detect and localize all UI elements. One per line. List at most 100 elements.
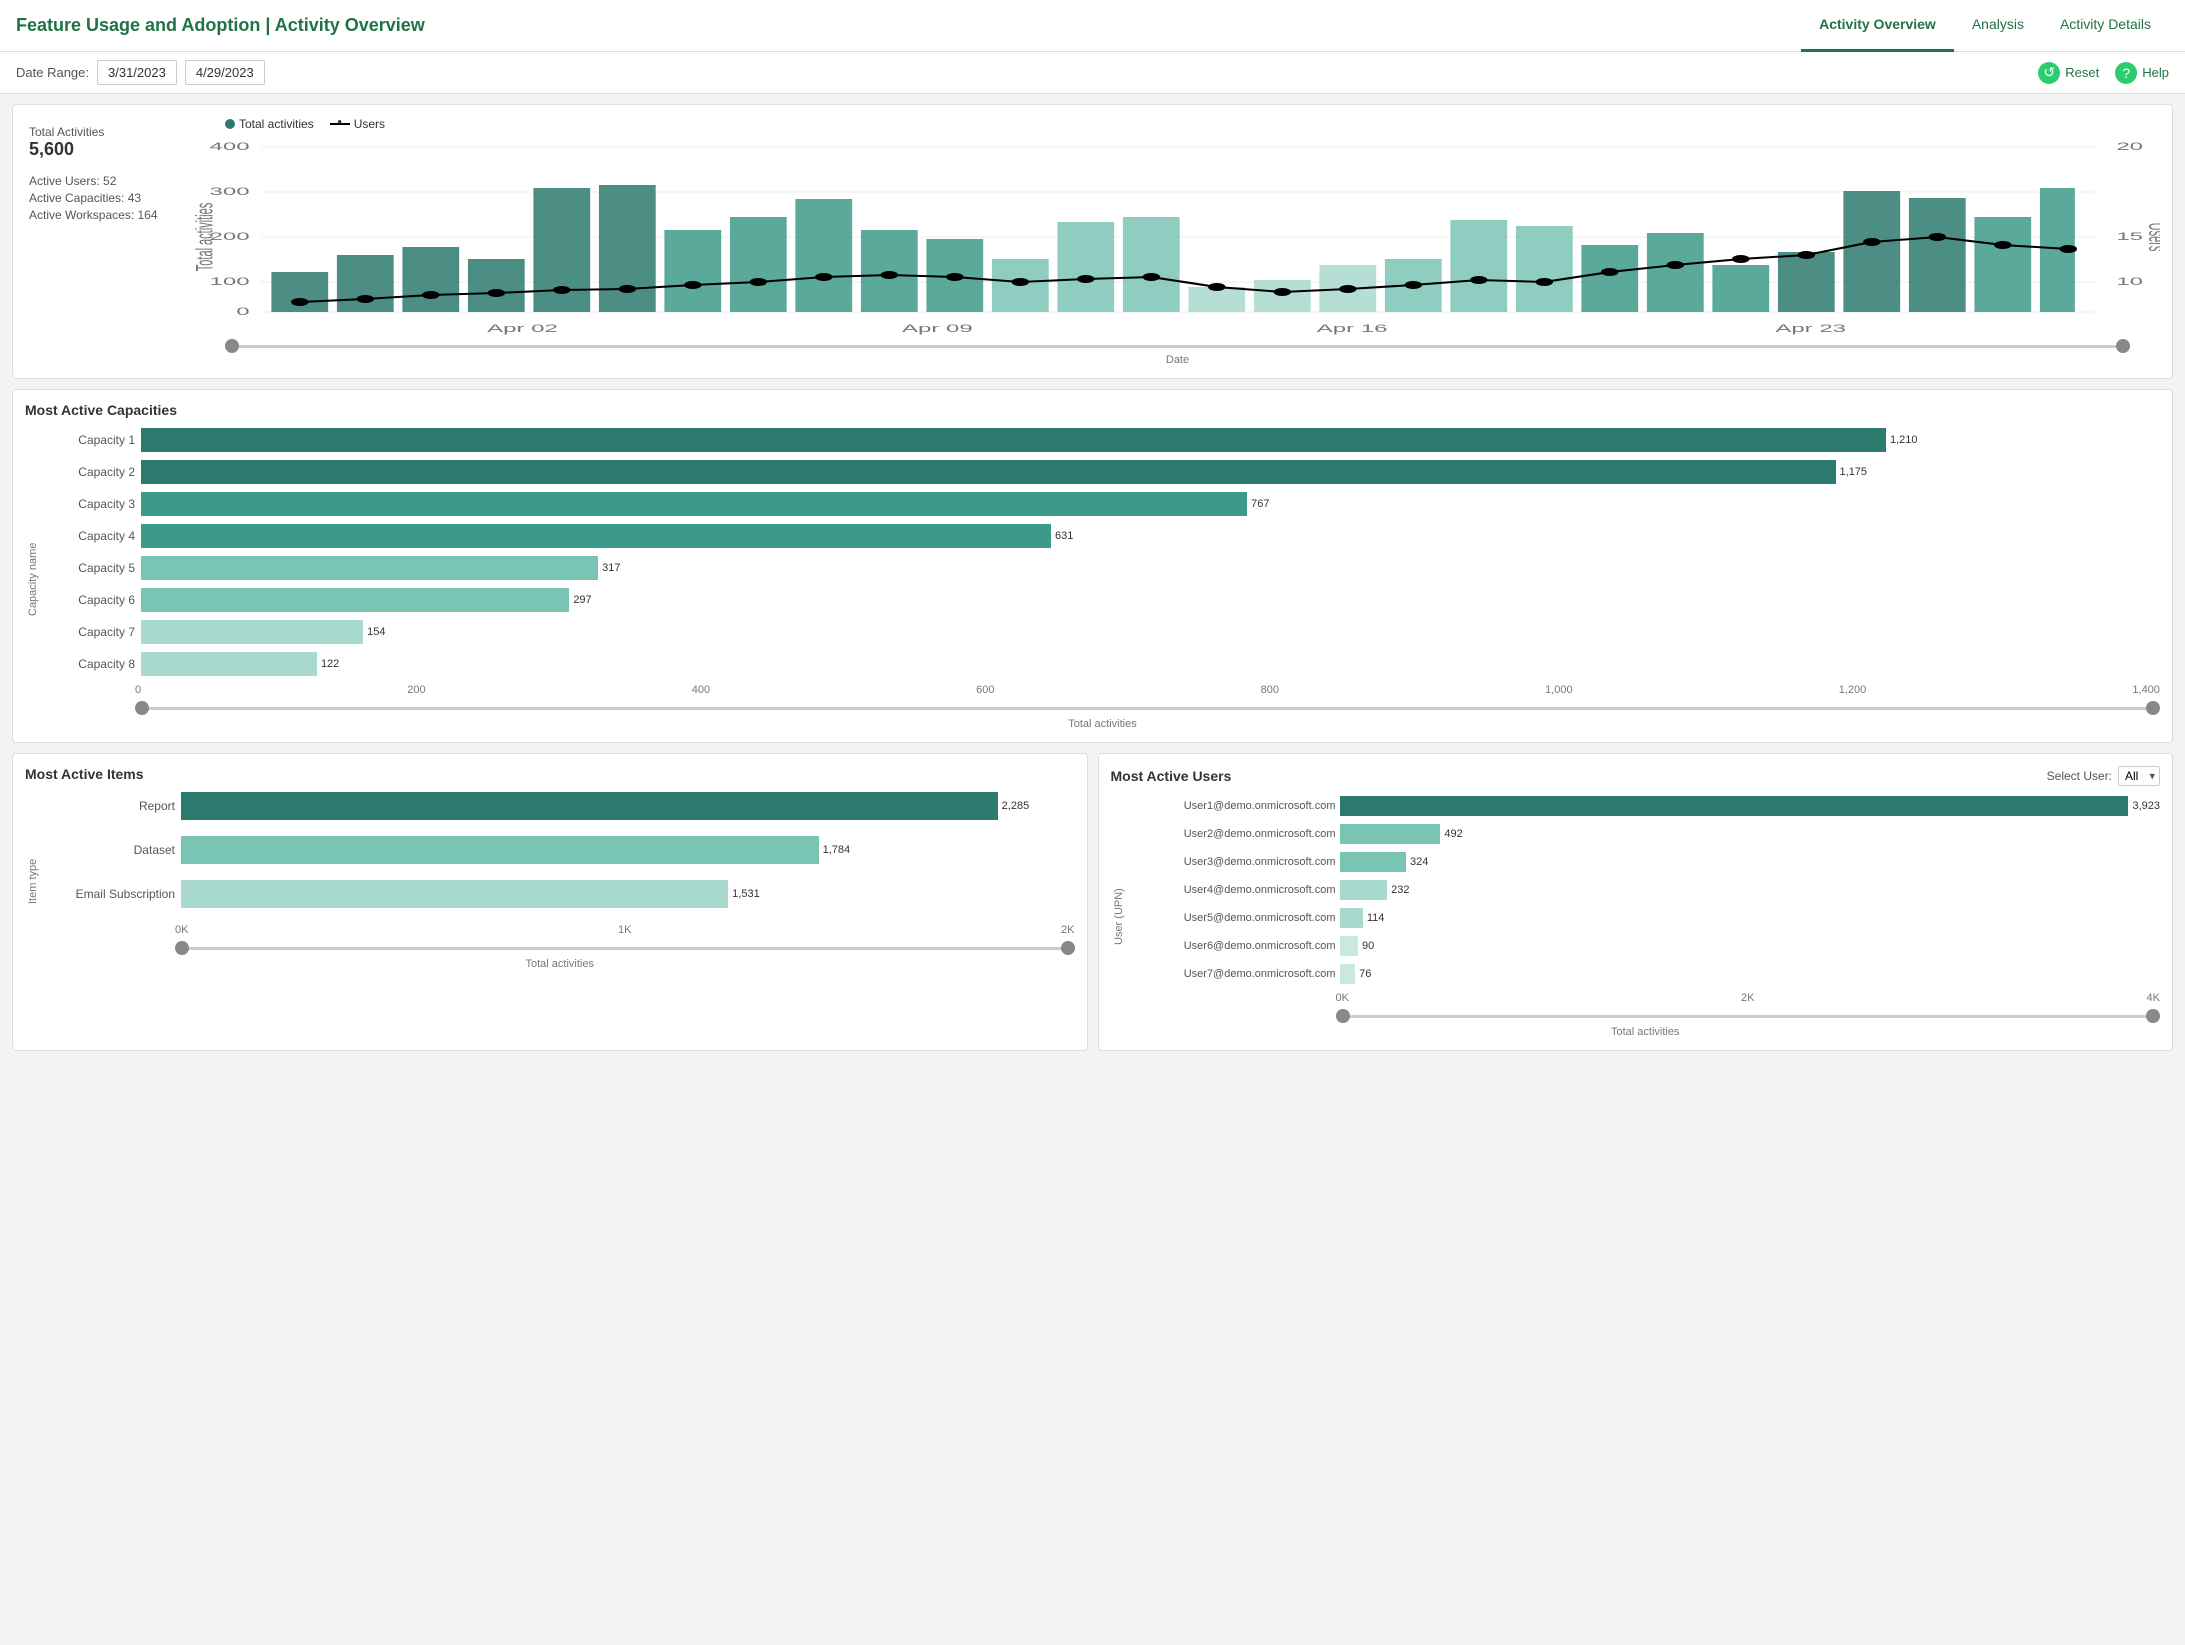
legend-users-label: Users [354,117,385,131]
select-user-area: Select User: All [2047,766,2160,786]
capacity-bar-value: 1,175 [1840,466,1868,478]
users-handle-right[interactable] [2146,1009,2160,1023]
svg-text:20: 20 [2116,140,2143,152]
user-bar-label: User3@demo.onmicrosoft.com [1131,856,1336,868]
cap-handle-left[interactable] [135,701,149,715]
capacity-bar-row: Capacity 5 317 [45,556,2160,580]
user-bar-value: 3,923 [2132,800,2160,812]
user-bar-fill [1340,852,1406,872]
capacity-bar-value: 122 [321,658,339,670]
user-bar-row: User7@demo.onmicrosoft.com 76 [1131,964,2161,984]
date-start-button[interactable]: 3/31/2023 [97,60,177,85]
capacity-bar-track: 767 [141,492,2160,516]
user-bar-fill [1340,964,1356,984]
user-bar-label: User2@demo.onmicrosoft.com [1131,828,1336,840]
capacity-bar-row: Capacity 6 297 [45,588,2160,612]
capacity-bar-row: Capacity 8 122 [45,652,2160,676]
total-activities-label: Total Activities [29,125,181,139]
item-bar-label: Dataset [45,843,175,857]
capacity-bar-row: Capacity 3 767 [45,492,2160,516]
item-bar-track: 2,285 [181,792,1075,820]
user-bar-fill [1340,796,2129,816]
timeseries-handle-left[interactable] [225,339,239,353]
app-header: Feature Usage and Adoption | Activity Ov… [0,0,2185,52]
nav-tabs: Activity Overview Analysis Activity Deta… [1801,0,2169,52]
svg-text:Apr 09: Apr 09 [902,322,973,334]
capacity-bar-value: 154 [367,626,385,638]
user-bar-value: 492 [1444,828,1462,840]
main-content: Total Activities 5,600 Active Users: 52 … [0,94,2185,1061]
item-bar-label: Report [45,799,175,813]
item-bar-value: 2,285 [1002,800,1030,812]
toolbar-actions: ↺ Reset ? Help [2038,62,2169,84]
capacity-bar-row: Capacity 2 1,175 [45,460,2160,484]
chart-legend: Total activities Users [195,117,2160,131]
capacity-bar-label: Capacity 8 [45,657,135,671]
capacities-y-axis-label: Capacity name [25,428,41,730]
user-bar-value: 324 [1410,856,1428,868]
item-bar-row: Dataset 1,784 [45,836,1075,864]
user-bar-label: User7@demo.onmicrosoft.com [1131,968,1336,980]
items-y-axis-label: Item type [25,792,41,970]
cap-handle-right[interactable] [2146,701,2160,715]
tab-activity-details[interactable]: Activity Details [2042,0,2169,52]
date-end-button[interactable]: 4/29/2023 [185,60,265,85]
capacity-bar-track: 317 [141,556,2160,580]
tab-activity-overview[interactable]: Activity Overview [1801,0,1954,52]
help-icon: ? [2115,62,2137,84]
user-bar-row: User6@demo.onmicrosoft.com 90 [1131,936,2161,956]
capacity-bar-track: 1,210 [141,428,2160,452]
capacity-bar-fill [141,652,317,676]
users-card-header: Most Active Users Select User: All [1111,766,2161,786]
capacity-bar-track: 297 [141,588,2160,612]
reset-button[interactable]: ↺ Reset [2038,62,2099,84]
user-bar-row: User2@demo.onmicrosoft.com 492 [1131,824,2161,844]
help-button[interactable]: ? Help [2115,62,2169,84]
active-workspaces-stat: Active Workspaces: 164 [29,208,181,222]
svg-text:100: 100 [210,275,250,287]
svg-text:400: 400 [210,140,250,152]
capacities-x-label: Total activities [45,718,2160,730]
date-range-label: Date Range: [16,65,89,80]
capacity-bar-fill [141,588,569,612]
svg-text:Apr 23: Apr 23 [1775,322,1846,334]
timeseries-handle-right[interactable] [2116,339,2130,353]
capacities-chart-body: Capacity 1 1,210 Capacity 2 1,175 Capaci… [45,428,2160,730]
user-bar-label: User5@demo.onmicrosoft.com [1131,912,1336,924]
items-scrollbar [175,942,1075,954]
items-handle-left[interactable] [175,941,189,955]
legend-activities: Total activities [225,117,314,131]
user-bar-row: User1@demo.onmicrosoft.com 3,923 [1131,796,2161,816]
capacity-bar-fill [141,428,1886,452]
user-bar-row: User5@demo.onmicrosoft.com 114 [1131,908,2161,928]
user-bar-label: User4@demo.onmicrosoft.com [1131,884,1336,896]
svg-text:Apr 16: Apr 16 [1317,322,1388,334]
capacities-x-ticks: 0 200 400 600 800 1,000 1,200 1,400 [135,684,2160,696]
users-scrollbar [1336,1010,2161,1022]
select-user-dropdown[interactable]: All [2118,766,2160,786]
svg-text:Apr 02: Apr 02 [487,322,558,334]
reset-label: Reset [2065,65,2099,80]
most-active-capacities-card: Most Active Capacities Capacity name Cap… [12,389,2173,743]
capacity-bar-value: 1,210 [1890,434,1918,446]
item-bar-track: 1,784 [181,836,1075,864]
users-handle-left[interactable] [1336,1009,1350,1023]
items-handle-right[interactable] [1061,941,1075,955]
users-x-ticks: 0K 2K 4K [1336,992,2161,1004]
user-bar-fill [1340,908,1363,928]
capacity-bar-row: Capacity 1 1,210 [45,428,2160,452]
item-bar-label: Email Subscription [45,887,175,901]
item-bar-track: 1,531 [181,880,1075,908]
user-bar-track: 492 [1340,824,2161,844]
user-bar-track: 114 [1340,908,2161,928]
tab-analysis[interactable]: Analysis [1954,0,2042,52]
users-chart-wrapper: User (UPN) User1@demo.onmicrosoft.com 3,… [1111,796,2161,1038]
capacity-bar-value: 297 [573,594,591,606]
active-users-stat: Active Users: 52 [29,174,181,188]
items-x-label: Total activities [45,958,1075,970]
svg-text:10: 10 [2116,275,2143,287]
capacity-bar-label: Capacity 5 [45,561,135,575]
users-chart-body: User1@demo.onmicrosoft.com 3,923 User2@d… [1131,796,2161,1038]
capacity-bar-label: Capacity 4 [45,529,135,543]
legend-users: Users [330,117,385,131]
